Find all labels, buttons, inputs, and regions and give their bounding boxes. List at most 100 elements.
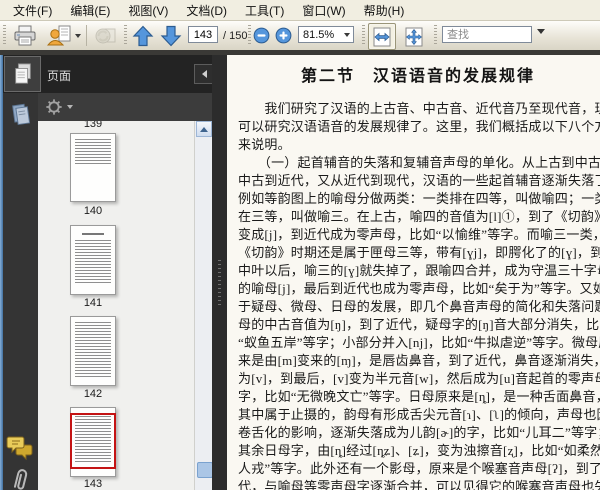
thumbnail-page-141[interactable] (70, 225, 116, 295)
thumbnail-label[interactable]: 140 (62, 205, 124, 217)
text-line: （一）起首辅音的失落和复辅音声母的单化。从上古到中古，从 (238, 155, 600, 170)
pages-icon (14, 63, 31, 84)
gear-icon (46, 99, 62, 115)
comments-panel-tab[interactable] (6, 435, 36, 467)
thumbnail-label[interactable]: 139 (62, 121, 124, 130)
print-button[interactable] (10, 23, 40, 48)
sync-button-disabled (92, 23, 120, 48)
text-line: 我们研究了汉语的上古音、中古音、近代音乃至现代音，现在 (238, 101, 600, 116)
section-title: 第二节 汉语语音的发展规律 (300, 68, 535, 85)
collapse-panel-button[interactable] (194, 64, 214, 84)
thumbnail-page-142[interactable] (70, 316, 116, 386)
zoom-level-value: 81.5% (303, 28, 335, 41)
thumbnails-toolbar (38, 93, 212, 121)
fit-page-icon (405, 27, 423, 46)
thumbnail-page-140[interactable] (70, 133, 116, 202)
selected-page-highlight (70, 413, 116, 469)
find-options-caret[interactable] (537, 29, 545, 34)
plus-circle-icon (275, 27, 291, 44)
options-caret-icon (67, 105, 73, 109)
arrow-up-icon (132, 25, 154, 46)
sync-pages-icon (95, 28, 116, 43)
text-line: 变成[j]，到近代成为零声母，比如“以愉维”等字。而喻三一类，在 (238, 227, 600, 242)
text-line: 例如等韵图上的喻母分做两类：一类排在四等，叫做喻四；一类排 (238, 191, 600, 206)
text-line: 其余日母字，由[ȵ]经过[ȵʑ]、[ʑ]，变为浊擦音[ʐ]，比如“如柔然 (238, 443, 600, 458)
thumbnail-label[interactable]: 142 (62, 388, 124, 400)
find-input[interactable] (442, 26, 532, 43)
thumbnail-text-preview (75, 322, 111, 378)
text-line: 可以研究汉语语音的发展规律了。这里，我们概括成以下八个方面 (238, 119, 600, 134)
zoom-out-button[interactable] (252, 23, 270, 48)
toolbar-grip[interactable] (124, 25, 127, 46)
scroll-up-arrow-icon (200, 126, 208, 132)
menu-window[interactable]: 窗口(W) (293, 0, 354, 21)
printer-icon (14, 25, 36, 45)
fit-width-button[interactable] (368, 23, 396, 50)
scrollbar-up-button[interactable] (196, 121, 212, 137)
panel-tab-strip (3, 93, 38, 490)
thumbnail-title-line (82, 233, 104, 235)
thumbnails-scrollbar[interactable] (194, 121, 212, 490)
scrollbar-thumb[interactable] (197, 462, 212, 478)
menu-edit[interactable]: 编辑(E) (61, 0, 119, 21)
page-number-input[interactable] (188, 26, 218, 43)
collaborate-button[interactable] (44, 23, 82, 48)
text-line: “蚁鱼五岸”等字；小部分并入[nj]，比如“牛拟虐逆”等字。微母原 (238, 335, 600, 350)
pages-panel-tab[interactable] (4, 56, 41, 92)
collaborate-caret-icon (74, 33, 81, 38)
splitter-grip (218, 260, 221, 308)
thumbnail-text-preview (75, 139, 111, 165)
bookmarks-panel-tab[interactable] (9, 101, 32, 132)
attachments-panel-tab[interactable] (11, 467, 31, 490)
text-line: 中叶以后，喻三的[ɣ]就失掉了，跟喻四合并，成为守温三十字母中 (238, 263, 600, 278)
text-line: 母的中古音值为[ŋ]，到了近代，疑母字的[ŋ]音大部分消失，比如 (238, 317, 600, 332)
thumbnail-label[interactable]: 141 (62, 297, 124, 309)
zoom-caret-icon (344, 32, 350, 37)
collapse-arrow-icon (201, 70, 207, 78)
page-total-label: / 150 (223, 30, 248, 42)
menu-document[interactable]: 文档(D) (177, 0, 236, 21)
toolbar-grip[interactable] (434, 25, 437, 46)
menu-file[interactable]: 文件(F) (4, 0, 61, 21)
bookmarks-icon (12, 103, 31, 126)
pdf-reader-window: 文件(F) 编辑(E) 视图(V) 文档(D) 工具(T) 窗口(W) 帮助(H… (0, 0, 600, 490)
person-document-icon (46, 25, 70, 45)
text-line: 人戎”等字。此外还有一个影母，原来是个喉塞音声母[ʔ]，到了近 (238, 461, 600, 476)
next-page-button[interactable] (158, 23, 184, 48)
text-line: 中古到近代，又从近代到现代，汉语的一些起首辅音逐渐失落了。 (238, 173, 600, 188)
thumbnail-label[interactable]: 143 (62, 478, 124, 490)
toolbar-grip[interactable] (3, 25, 6, 46)
text-line: 来说明。 (238, 137, 291, 152)
fit-width-icon (373, 27, 391, 46)
document-page[interactable]: 第二节 汉语语音的发展规律 我们研究了汉语的上古音、中古音、近代音乃至现代音，现… (227, 55, 600, 490)
toolbar: / 150 81.5% (0, 21, 600, 50)
text-line: 其中属于止摄的，韵母有形成舌尖元音[ɿ]、[ʅ]的倾向，声母也因 (238, 407, 600, 422)
paperclip-icon (13, 469, 28, 490)
zoom-level-combo[interactable]: 81.5% (298, 26, 354, 43)
panel-splitter[interactable] (212, 55, 227, 490)
thumbnail-text-preview (75, 240, 111, 284)
sidebar-header: 页面 (3, 55, 214, 94)
menu-tools[interactable]: 工具(T) (236, 0, 293, 21)
thumbnails-panel: 139 140 141 142 143 (38, 121, 212, 490)
toolbar-grip[interactable] (362, 25, 365, 46)
previous-page-button[interactable] (130, 23, 156, 48)
comments-icon (6, 436, 33, 461)
toolbar-grip[interactable] (248, 25, 251, 46)
text-line: 《切韵》时期还是属于匣母三等，带有[ɣj]，即腭化了的[ɣ]，到唐朝 (238, 245, 600, 260)
zoom-in-button[interactable] (274, 23, 292, 48)
menu-help[interactable]: 帮助(H) (355, 0, 414, 21)
thumbnail-options-button[interactable] (45, 98, 73, 116)
document-text: 我们研究了汉语的上古音、中古音、近代音乃至现代音，现在 可以研究汉语语音的发展规… (238, 100, 600, 490)
thumbnail-page-143-selected[interactable] (70, 407, 116, 477)
menu-view[interactable]: 视图(V) (119, 0, 177, 21)
text-line: 来是由[m]变来的[ɱ]，是唇齿鼻音，到了近代，鼻音逐渐消失，成 (238, 353, 600, 368)
text-line: 的喻母[j]，最后到近代也成为零声母，比如“矣于为”等字。又如关 (238, 281, 600, 296)
menu-bar: 文件(F) 编辑(E) 视图(V) 文档(D) 工具(T) 窗口(W) 帮助(H… (0, 0, 600, 21)
toolbar-separator (86, 25, 87, 46)
text-line: 字，比如“无微晚文亡”等字。日母原来是[ȵ]，是一种舌面鼻音， (238, 389, 600, 404)
fit-page-button[interactable] (400, 23, 428, 50)
text-line: 卷舌化的影响，逐渐失落成为儿韵[ɚ]的字，比如“儿耳二”等字； (238, 425, 600, 440)
arrow-down-icon (160, 25, 182, 46)
text-line: 为[v]，到最后，[v]变为半元音[w]，然后成为[u]音起首的零声母 (238, 371, 600, 386)
